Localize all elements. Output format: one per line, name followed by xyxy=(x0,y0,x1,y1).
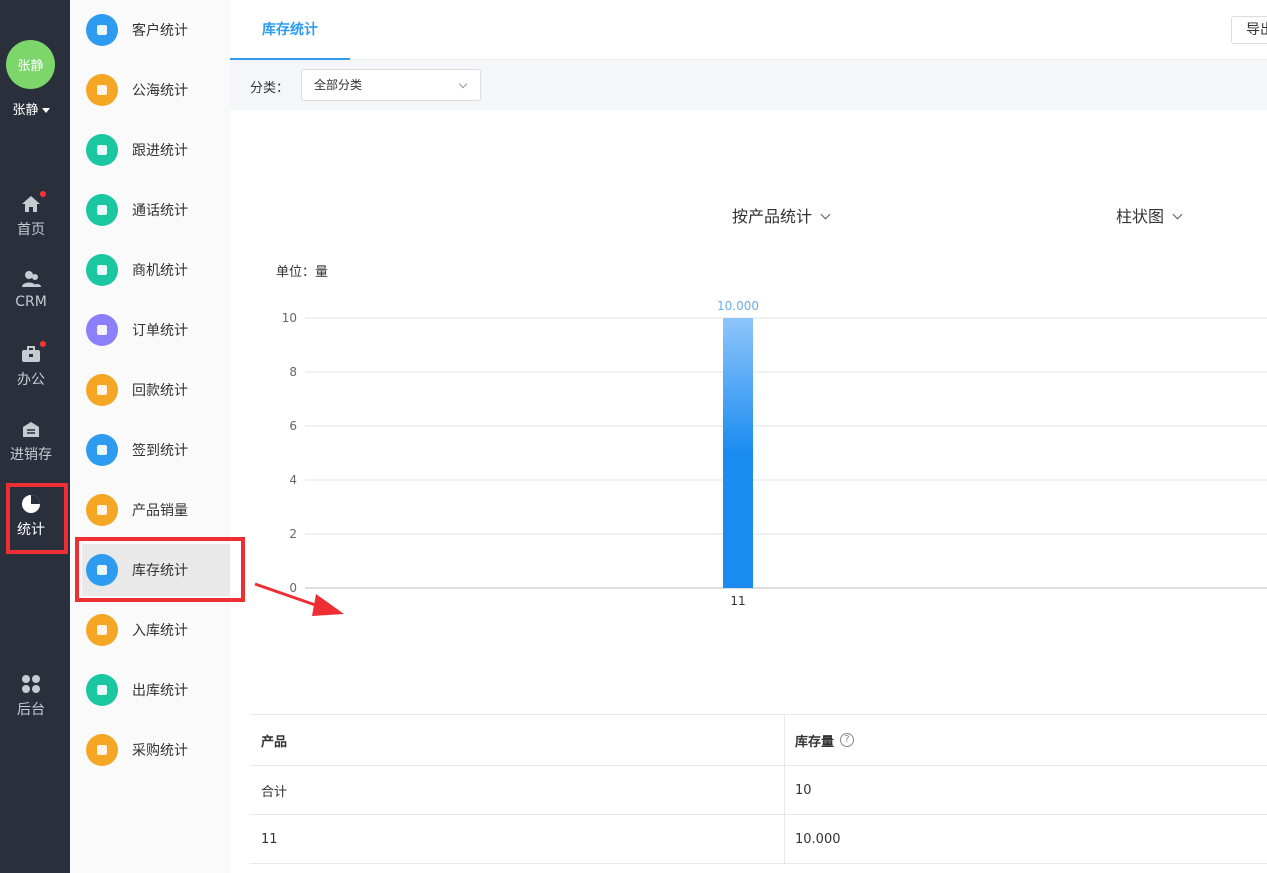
submenu-item[interactable]: 签到统计 xyxy=(82,424,232,476)
chevron-down-icon xyxy=(458,79,468,89)
column-header-stock: 库存量 ? xyxy=(785,715,1267,765)
category-select[interactable]: 全部分类 xyxy=(301,69,481,101)
highlight-box xyxy=(75,537,245,602)
grid-icon xyxy=(20,673,42,695)
in-icon xyxy=(86,614,118,646)
tab-inventory-stats[interactable]: 库存统计 xyxy=(230,0,350,60)
main-content: 库存统计 导出 分类： 全部分类 按产品统计 柱状图 单位：量 02468101… xyxy=(230,0,1267,873)
filter-bar: 分类： 全部分类 xyxy=(230,60,1267,110)
chevron-down-icon xyxy=(820,209,831,220)
table-header-row: 产品 库存量 ? xyxy=(250,715,1267,766)
rail-item-label: CRM xyxy=(15,294,47,310)
y-tick-label: 10 xyxy=(282,311,297,325)
notification-dot xyxy=(40,191,46,197)
submenu-item[interactable]: 客户统计 xyxy=(82,4,232,56)
submenu-item[interactable]: 商机统计 xyxy=(82,244,232,296)
submenu-item-label: 客户统计 xyxy=(132,23,188,39)
main-nav-rail: 张静 张静 首页 CRM 办公 进销存 统计 后台 xyxy=(0,0,70,873)
chart-type-label: 柱状图 xyxy=(1116,207,1165,226)
submenu-item[interactable]: 回款统计 xyxy=(82,364,232,416)
y-tick-label: 4 xyxy=(289,473,297,487)
notification-dot xyxy=(40,341,46,347)
submenu-item[interactable]: 通话统计 xyxy=(82,184,232,236)
table-cell: 合计 xyxy=(250,766,785,814)
bag-icon xyxy=(86,734,118,766)
inventory-table: 产品 库存量 ? 合计 10 11 10.000 xyxy=(250,714,1267,864)
highlight-box xyxy=(6,483,68,554)
submenu-item-label: 跟进统计 xyxy=(132,143,188,159)
table-row: 合计 10 xyxy=(250,766,1267,815)
briefcase-icon xyxy=(20,341,46,365)
pin-icon xyxy=(86,434,118,466)
group-by-label: 按产品统计 xyxy=(732,207,813,226)
chart-type-dropdown[interactable]: 柱状图 xyxy=(1116,203,1183,227)
submenu-item-label: 出库统计 xyxy=(132,683,188,699)
submenu-item-label: 订单统计 xyxy=(132,323,188,339)
rail-item-admin[interactable]: 后台 xyxy=(0,673,62,733)
table-row: 11 10.000 xyxy=(250,815,1267,864)
phone-icon xyxy=(86,194,118,226)
submenu-item-label: 签到统计 xyxy=(132,443,188,459)
submenu-item[interactable]: 出库统计 xyxy=(82,664,232,716)
x-tick-label: 11 xyxy=(730,594,745,608)
rail-item-label: 办公 xyxy=(17,372,45,388)
table-cell: 10 xyxy=(795,782,812,798)
category-select-value: 全部分类 xyxy=(314,78,363,92)
card-icon xyxy=(86,314,118,346)
annotation-arrow-icon xyxy=(254,582,344,616)
coin-icon xyxy=(86,374,118,406)
rail-item-crm[interactable]: CRM xyxy=(0,268,62,328)
caret-down-icon xyxy=(41,108,50,113)
inventory-bar-chart: 024681010.00011 xyxy=(282,299,1267,608)
submenu-item[interactable]: 公海统计 xyxy=(82,64,232,116)
submenu-item-label: 回款统计 xyxy=(132,383,188,399)
box-icon xyxy=(86,494,118,526)
user-menu[interactable]: 张静 xyxy=(0,99,62,118)
bulb-icon xyxy=(86,254,118,286)
column-header-product: 产品 xyxy=(250,715,785,765)
rail-item-office[interactable]: 办公 xyxy=(0,341,62,403)
submenu-item[interactable]: 采购统计 xyxy=(82,724,232,776)
rail-item-inventory[interactable]: 进销存 xyxy=(0,418,62,478)
user-icon xyxy=(86,14,118,46)
submenu-item-label: 产品销量 xyxy=(132,503,188,519)
category-filter-label: 分类： xyxy=(250,81,290,96)
statistics-submenu: 客户统计 公海统计 跟进统计 通话统计 商机统计 订单统计 回款统计 签到统计 产品销量 库存统计… xyxy=(70,0,232,873)
y-tick-label: 6 xyxy=(289,419,297,433)
warehouse-icon xyxy=(20,418,42,440)
tab-bar: 库存统计 导出 xyxy=(230,0,1267,60)
bar xyxy=(723,318,753,588)
submenu-item[interactable]: 入库统计 xyxy=(82,604,232,656)
chevron-down-icon xyxy=(1172,209,1183,220)
submenu-item[interactable]: 订单统计 xyxy=(82,304,232,356)
rail-item-label: 首页 xyxy=(17,222,45,238)
y-tick-label: 8 xyxy=(289,365,297,379)
avatar[interactable]: 张静 xyxy=(6,40,55,89)
home-icon xyxy=(20,191,46,215)
help-icon[interactable]: ? xyxy=(840,733,855,747)
table-cell: 10.000 xyxy=(795,831,841,847)
export-button[interactable]: 导出 xyxy=(1231,16,1267,44)
users-icon xyxy=(20,268,42,290)
submenu-item-label: 入库统计 xyxy=(132,623,188,639)
rail-item-label: 进销存 xyxy=(10,447,52,463)
submenu-item[interactable]: 产品销量 xyxy=(82,484,232,536)
table-cell: 11 xyxy=(250,815,785,863)
y-tick-label: 2 xyxy=(289,527,297,541)
doc-icon xyxy=(86,134,118,166)
chart-unit-label: 单位：量 xyxy=(276,265,329,280)
group-by-dropdown[interactable]: 按产品统计 xyxy=(732,203,831,227)
column-header-stock-label: 库存量 xyxy=(795,734,835,750)
submenu-item-label: 通话统计 xyxy=(132,203,188,219)
person-icon xyxy=(86,74,118,106)
submenu-item[interactable]: 跟进统计 xyxy=(82,124,232,176)
submenu-item-label: 采购统计 xyxy=(132,743,188,759)
submenu-item-label: 商机统计 xyxy=(132,263,188,279)
rail-item-home[interactable]: 首页 xyxy=(0,191,62,253)
out-icon xyxy=(86,674,118,706)
data-label: 10.000 xyxy=(717,299,759,313)
rail-item-label: 后台 xyxy=(17,702,45,718)
user-name: 张静 xyxy=(12,103,39,118)
submenu-item-label: 公海统计 xyxy=(132,83,188,99)
